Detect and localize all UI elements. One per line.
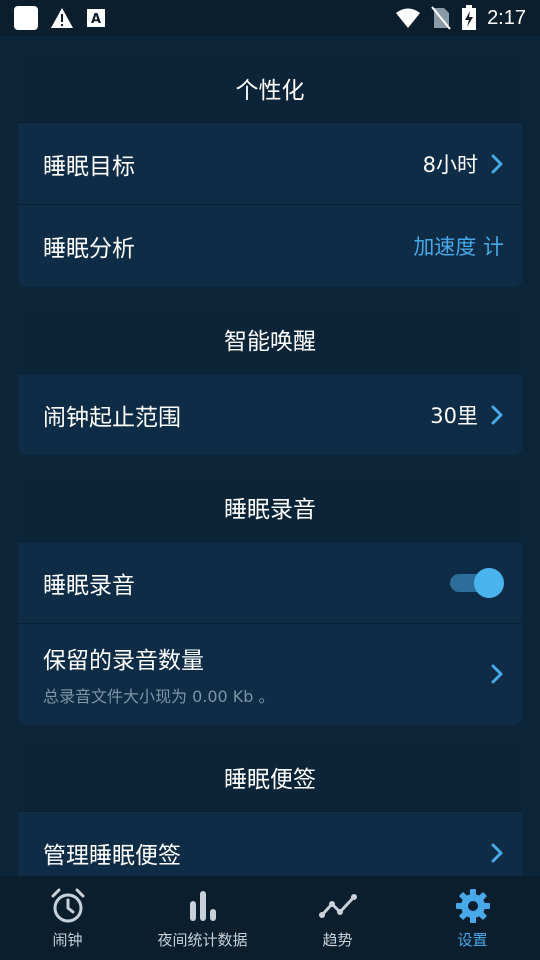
trend-line-icon (318, 893, 357, 918)
chevron-right-icon (491, 664, 503, 684)
sleep-analysis-label: 睡眠分析 (43, 236, 135, 262)
alarm-range-label: 闹钟起止范围 (43, 404, 181, 431)
keep-recordings-label: 保留的录音数量 (43, 648, 204, 674)
chevron-right-icon (491, 405, 503, 424)
card-notes: 睡眠便签 管理睡眠便签 (18, 743, 522, 876)
nav-alarm[interactable]: 闹钟 (0, 876, 135, 960)
bar-chart-icon (189, 890, 216, 921)
manage-notes-row[interactable]: 管理睡眠便签 (18, 811, 522, 876)
status-bar: A 2:17 (0, 0, 540, 36)
recording-toggle-row[interactable]: 睡眠录音 (18, 541, 522, 623)
battery-charging-icon (462, 5, 477, 30)
sleep-goal-value: 8小时 (422, 152, 478, 177)
sleep-goal-label: 睡眠目标 (43, 153, 135, 180)
section-title-notes: 睡眠便签 (18, 743, 522, 811)
chevron-right-icon (491, 843, 503, 862)
section-title-personalize: 个性化 (18, 54, 522, 122)
status-time: 2:17 (487, 6, 526, 29)
alarm-range-value: 30里 (430, 403, 478, 428)
keep-recordings-subtitle: 总录音文件大小现为 0.00 Kb 。 (43, 687, 275, 706)
svg-text:A: A (91, 12, 101, 27)
settings-scroll[interactable]: 个性化 睡眠目标 8小时 睡眠分析 加速度 计 智能唤醒 闹钟起止范围 30里 … (0, 36, 540, 876)
font-a-icon: A (87, 9, 105, 27)
card-recording: 睡眠录音 睡眠录音 保留的录音数量 总录音文件大小现为 0.00 Kb 。 (18, 473, 522, 725)
sleep-analysis-row[interactable]: 睡眠分析 加速度 计 (18, 204, 522, 287)
warning-icon (51, 8, 73, 28)
card-smart-wake: 智能唤醒 闹钟起止范围 30里 (18, 305, 522, 455)
keep-recordings-row[interactable]: 保留的录音数量 总录音文件大小现为 0.00 Kb 。 (18, 623, 522, 724)
card-personalize: 个性化 睡眠目标 8小时 睡眠分析 加速度 计 (18, 54, 522, 287)
section-title-smart-wake: 智能唤醒 (18, 305, 522, 373)
recording-toggle-switch[interactable] (450, 567, 504, 598)
chevron-right-icon (491, 154, 503, 173)
no-sim-icon (431, 6, 451, 30)
gear-icon (455, 888, 490, 923)
nav-trends-label: 趋势 (322, 930, 353, 949)
sleep-goal-row[interactable]: 睡眠目标 8小时 (18, 122, 522, 204)
alarm-range-row[interactable]: 闹钟起止范围 30里 (18, 373, 522, 455)
nav-settings-label: 设置 (457, 930, 488, 949)
recording-toggle-label: 睡眠录音 (43, 572, 135, 599)
nav-alarm-label: 闹钟 (52, 930, 83, 949)
nav-settings[interactable]: 设置 (405, 876, 540, 960)
alarm-clock-icon (51, 888, 84, 922)
toggle-knob (474, 567, 504, 598)
keep-recordings-text: 保留的录音数量 总录音文件大小现为 0.00 Kb 。 (43, 641, 490, 707)
nav-night-stats-label: 夜间统计数据 (157, 930, 248, 949)
app-square-icon (14, 6, 38, 30)
wifi-icon (396, 8, 421, 28)
bottom-nav: 闹钟 夜间统计数据 趋势 设置 (0, 876, 540, 960)
section-title-recording: 睡眠录音 (18, 473, 522, 541)
sleep-analysis-value: 加速度 计 (413, 235, 504, 259)
manage-notes-label: 管理睡眠便签 (43, 842, 181, 869)
nav-trends[interactable]: 趋势 (270, 876, 405, 960)
nav-night-stats[interactable]: 夜间统计数据 (135, 876, 270, 960)
